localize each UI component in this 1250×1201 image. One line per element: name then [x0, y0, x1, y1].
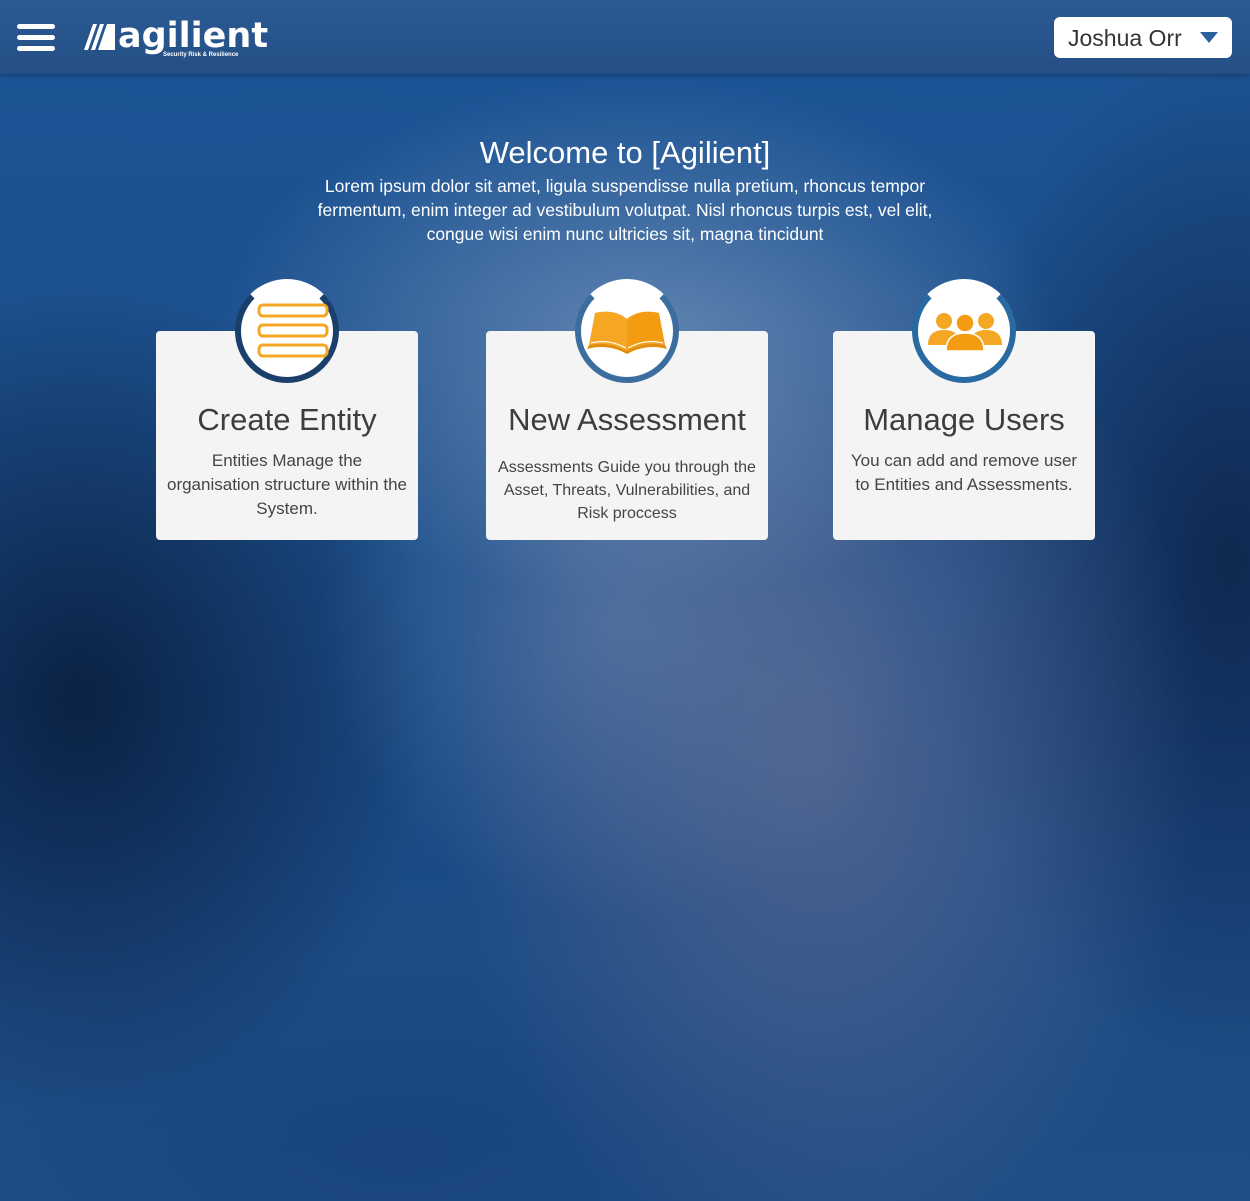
welcome-title: Welcome to [Agilient] [479, 135, 771, 170]
brand-name: agilient [118, 16, 269, 56]
card-icon-badge [235, 279, 339, 383]
top-navigation-bar: agilient Security Risk & Resilience Josh… [0, 0, 1250, 74]
welcome-text: Lorem ipsum dolor sit amet, ligula suspe… [317, 176, 933, 244]
card-title: New Assessment [508, 402, 746, 437]
manage-users-card[interactable]: Manage Users You can add and remove user… [833, 279, 1095, 540]
hamburger-line [17, 46, 55, 51]
user-name: Joshua Orr [1068, 25, 1182, 51]
brand-mark-icon [84, 24, 115, 50]
hamburger-line [17, 35, 55, 40]
hamburger-line [17, 24, 55, 29]
hamburger-menu-icon[interactable] [17, 22, 55, 52]
users-group-icon [928, 313, 1002, 352]
card-description: Entities Manage the organisation structu… [166, 451, 408, 518]
card-description: Assessments Guide you through the Asset,… [498, 459, 756, 522]
open-book-icon [587, 311, 667, 354]
card-title: Manage Users [863, 402, 1065, 437]
card-icon-badge [575, 279, 679, 383]
card-icon-badge [912, 279, 1016, 383]
card-title: Create Entity [197, 402, 377, 437]
brand-tagline: Security Risk & Resilience [163, 52, 239, 58]
caret-down-icon [1200, 32, 1218, 43]
card-description: You can add and remove user to Entities … [850, 451, 1078, 494]
new-assessment-card[interactable]: New Assessment Assessments Guide you thr… [486, 279, 768, 540]
list-icon [257, 303, 329, 358]
create-entity-card[interactable]: Create Entity Entities Manage the organi… [156, 279, 418, 540]
user-menu-dropdown[interactable]: Joshua Orr [1054, 17, 1232, 58]
